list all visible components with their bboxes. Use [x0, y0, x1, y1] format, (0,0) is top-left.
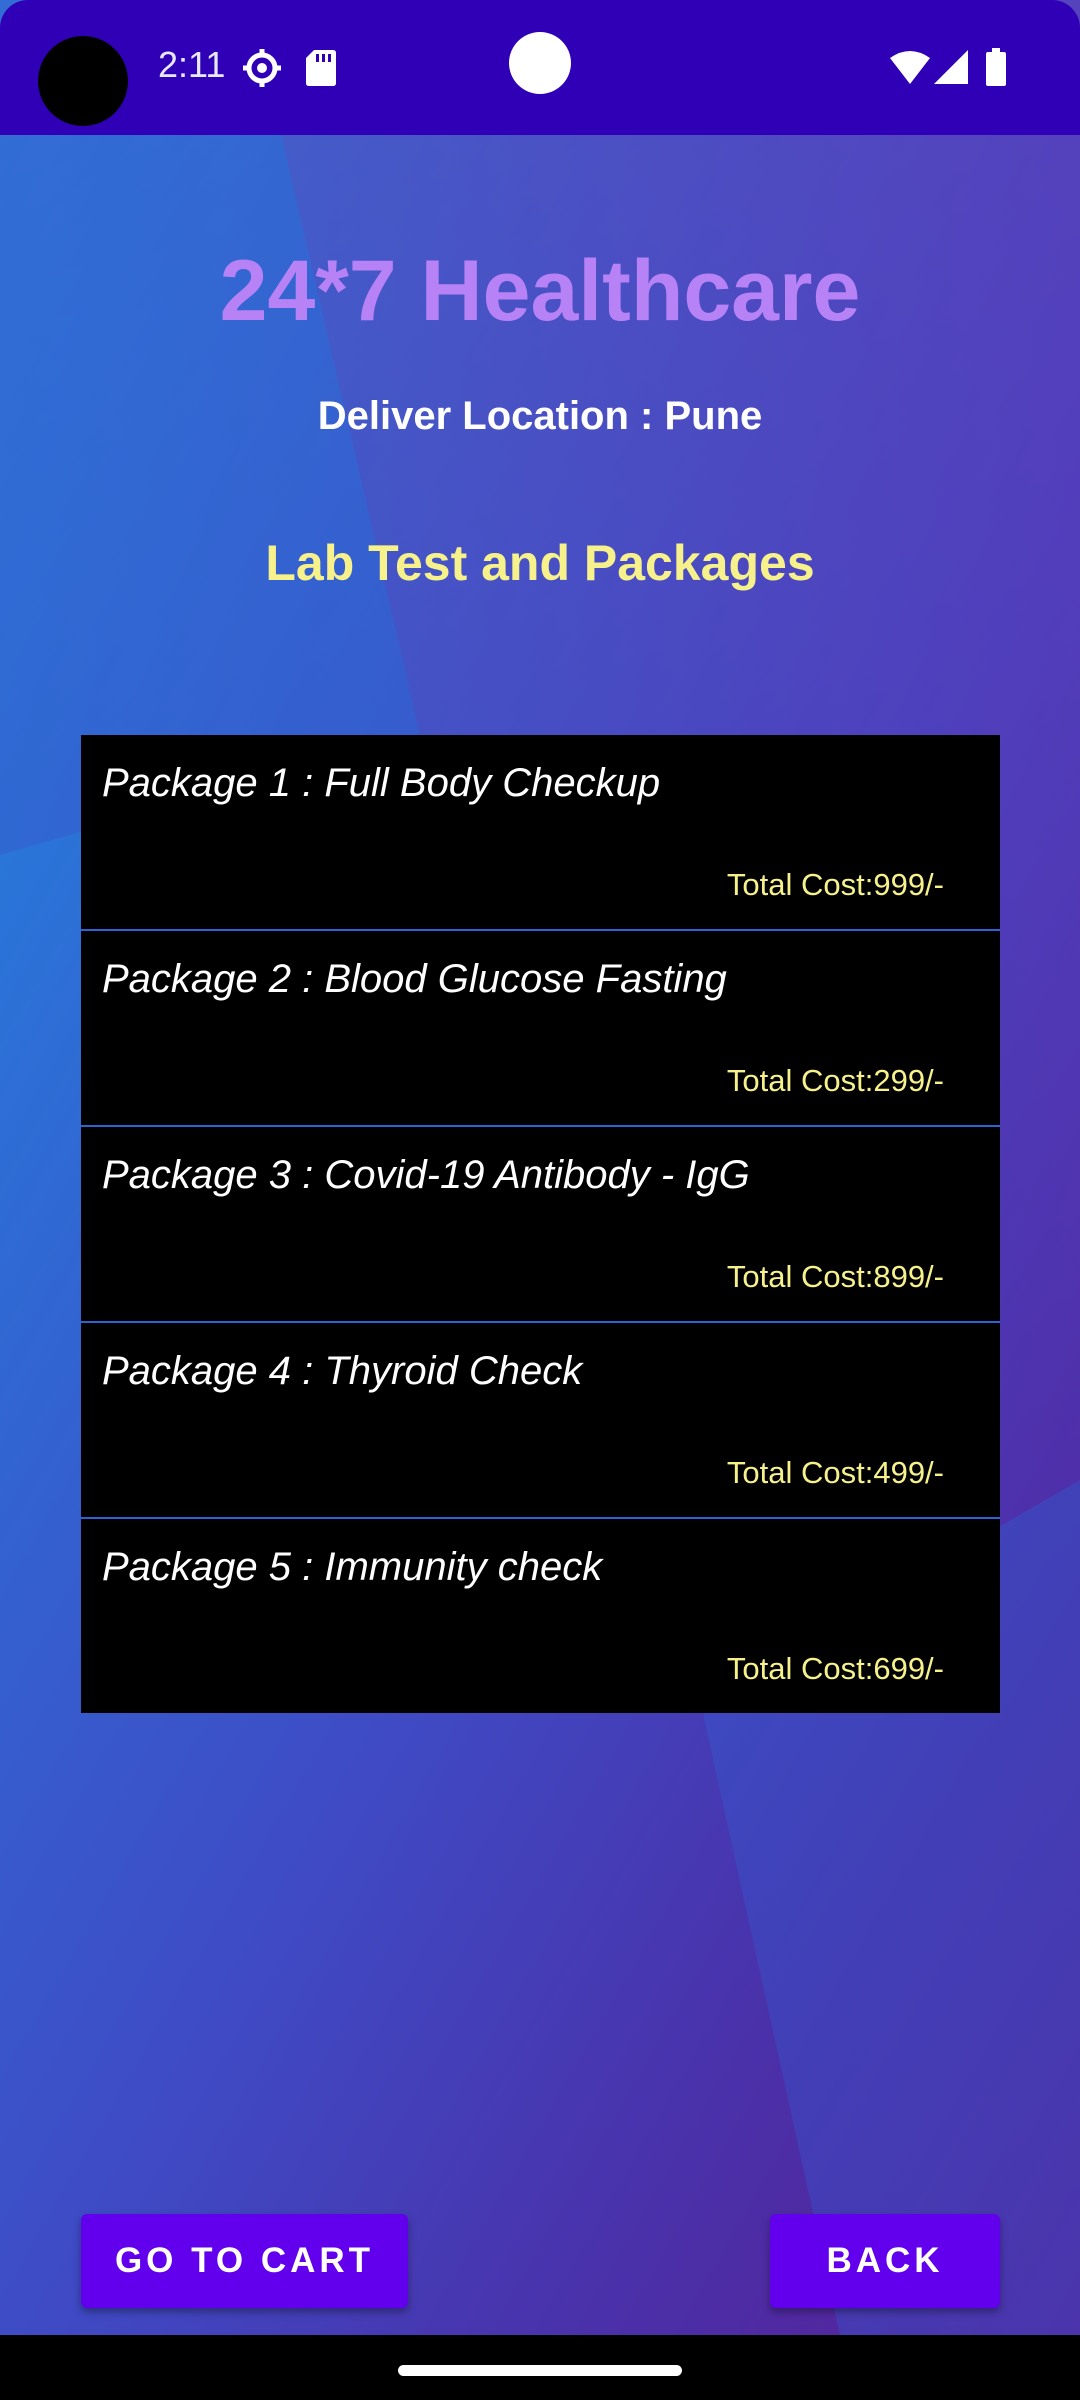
settings-icon	[243, 49, 281, 87]
status-bar: 2:11	[0, 0, 1080, 135]
sd-card-icon	[306, 50, 336, 86]
list-item[interactable]: Package 2 : Blood Glucose Fasting Total …	[81, 931, 1000, 1127]
package-name: Package 1 : Full Body Checkup	[102, 761, 661, 805]
go-to-cart-button[interactable]: GO TO CART	[81, 2214, 408, 2308]
app-screen: 2:11 24*7 Healthcare Deliver Location: …	[0, 0, 1080, 2400]
package-name: Package 4 : Thyroid Check	[102, 1349, 583, 1393]
wifi-icon	[890, 51, 930, 84]
list-item[interactable]: Package 4 : Thyroid Check Total Cost:499…	[81, 1323, 1000, 1519]
list-item[interactable]: Package 3 : Covid-19 Antibody - IgG Tota…	[81, 1127, 1000, 1323]
navigation-bar	[0, 2335, 1080, 2400]
package-cost: Total Cost:299/-	[726, 1063, 944, 1098]
package-name: Package 5 : Immunity check	[102, 1545, 603, 1589]
app-title: 24*7 Healthcare	[219, 243, 861, 339]
list-item[interactable]: Package 1 : Full Body Checkup Total Cost…	[81, 735, 1000, 931]
package-cost: Total Cost:999/-	[726, 867, 944, 902]
signal-icon	[934, 50, 968, 84]
list-item[interactable]: Package 5 : Immunity check Total Cost:69…	[81, 1519, 1000, 1713]
package-name: Package 3 : Covid-19 Antibody - IgG	[102, 1153, 750, 1197]
section-title: Lab Test and Packages	[265, 535, 815, 591]
front-camera-dot	[509, 32, 571, 94]
battery-icon	[986, 48, 1006, 86]
status-time: 2:11	[158, 44, 226, 85]
package-cost: Total Cost:899/-	[726, 1259, 944, 1294]
home-gesture-handle[interactable]	[398, 2365, 682, 2376]
camera-cutout	[38, 36, 128, 126]
package-name: Package 2 : Blood Glucose Fasting	[102, 957, 727, 1001]
package-cost: Total Cost:499/-	[726, 1455, 944, 1490]
package-cost: Total Cost:699/-	[726, 1651, 944, 1686]
package-list: Package 1 : Full Body Checkup Total Cost…	[81, 735, 1000, 1713]
deliver-location: Deliver Location : Pune	[317, 394, 763, 438]
back-button[interactable]: BACK	[770, 2214, 1000, 2308]
